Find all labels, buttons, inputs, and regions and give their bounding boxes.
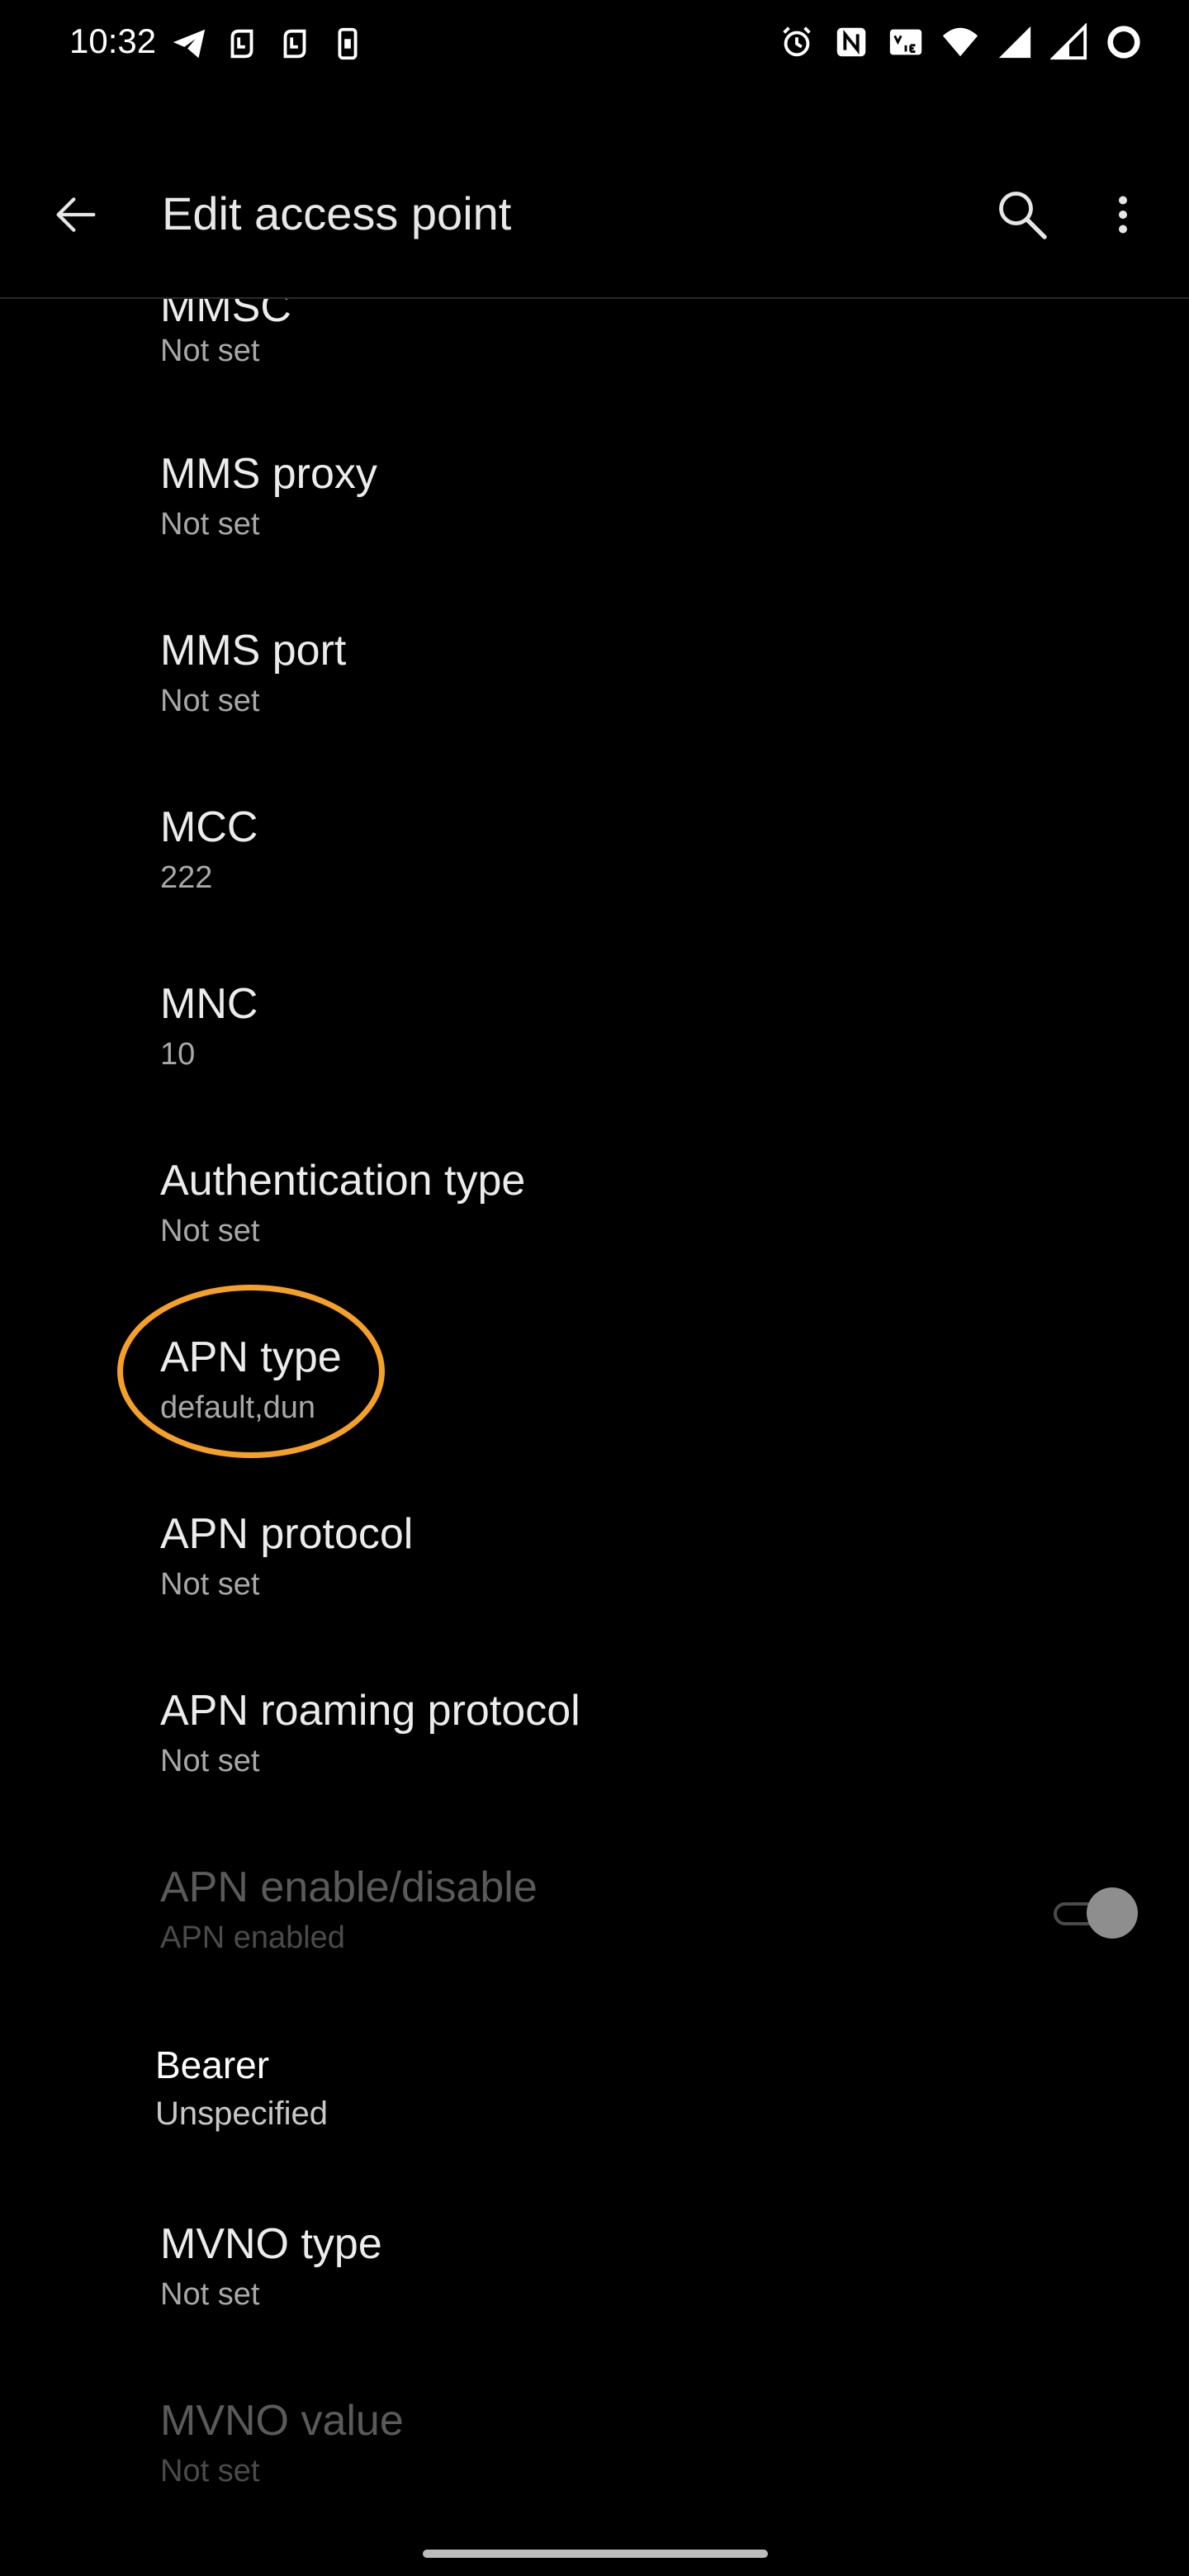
status-bar: 10:32 [0,0,1189,91]
volte-icon [887,23,925,61]
signal-icon [1050,23,1088,61]
pref-mvno-value: MVNO value Not set [0,2381,1189,2558]
pref-title: Authentication type [160,1157,526,1205]
battery-ring-icon [1105,23,1143,61]
pref-summary: 10 [160,1037,196,1072]
app-bar: Edit access point [0,157,1189,289]
pref-title: Bearer [155,2043,270,2086]
status-time: 10:32 [69,21,157,60]
telegram-icon [170,25,208,63]
pref-summary: Not set [160,1214,260,1248]
pref-apn-roaming-protocol[interactable]: APN roaming protocol Not set [0,1674,1189,1851]
nfc-tag-icon [223,25,261,63]
wifi-icon [941,23,979,61]
pref-title: APN roaming protocol [160,1687,580,1735]
pref-apn-protocol[interactable]: APN protocol Not set [0,1498,1189,1674]
pref-mms-port[interactable]: MMS port Not set [0,614,1189,791]
alarm-icon [778,23,816,61]
pref-title: APN protocol [160,1510,414,1558]
pref-title: MCC [160,803,258,851]
pref-summary: 222 [160,860,213,895]
pref-summary: Not set [160,2454,260,2488]
gesture-nav-handle[interactable] [423,2550,768,2558]
pref-title: MMS proxy [160,450,377,498]
pref-mms-proxy[interactable]: MMS proxy Not set [0,438,1189,614]
arrow-left-icon [56,197,96,232]
pref-bearer[interactable]: Bearer Unspecified [0,2028,1189,2204]
pref-mnc[interactable]: MNC 10 [0,968,1189,1144]
apn-enable-toggle [1049,1884,1139,1942]
pref-summary: Not set [160,507,260,542]
pref-summary: Not set [160,684,260,718]
more-vert-icon [1119,196,1127,234]
nfc-icon [832,23,870,61]
pref-mmsc[interactable]: MMSC Not set [0,299,1189,368]
search-icon [999,192,1047,239]
pref-summary: Not set [160,2277,260,2312]
page-title: Edit access point [162,187,512,239]
pref-title: APN enable/disable [160,1863,538,1911]
signal-icon [996,23,1034,61]
pref-title: MVNO type [160,2220,382,2268]
search-button[interactable] [988,180,1057,249]
pref-apn-enable-disable: APN enable/disable APN enabled [0,1851,1189,2028]
back-button[interactable] [43,182,109,248]
pref-title: MVNO value [160,2397,404,2445]
nfc-tag-icon [276,25,314,63]
phone-vibrate-icon [329,25,367,63]
highlight-circle [117,1285,385,1458]
pref-title: MNC [160,980,258,1028]
pref-title: MMSC [160,299,291,331]
pref-authentication-type[interactable]: Authentication type Not set [0,1144,1189,1321]
pref-mvno-type[interactable]: MVNO type Not set [0,2204,1189,2381]
pref-summary: Unspecified [155,2095,329,2132]
pref-summary: Not set [160,1567,260,1602]
toggle-thumb [1087,1887,1138,1939]
pref-mcc[interactable]: MCC 222 [0,791,1189,968]
pref-summary: Not set [160,334,260,368]
pref-title: MMS port [160,627,347,675]
more-options-button[interactable] [1093,180,1153,249]
pref-summary: APN enabled [160,1920,345,1955]
pref-summary: Not set [160,1744,260,1778]
